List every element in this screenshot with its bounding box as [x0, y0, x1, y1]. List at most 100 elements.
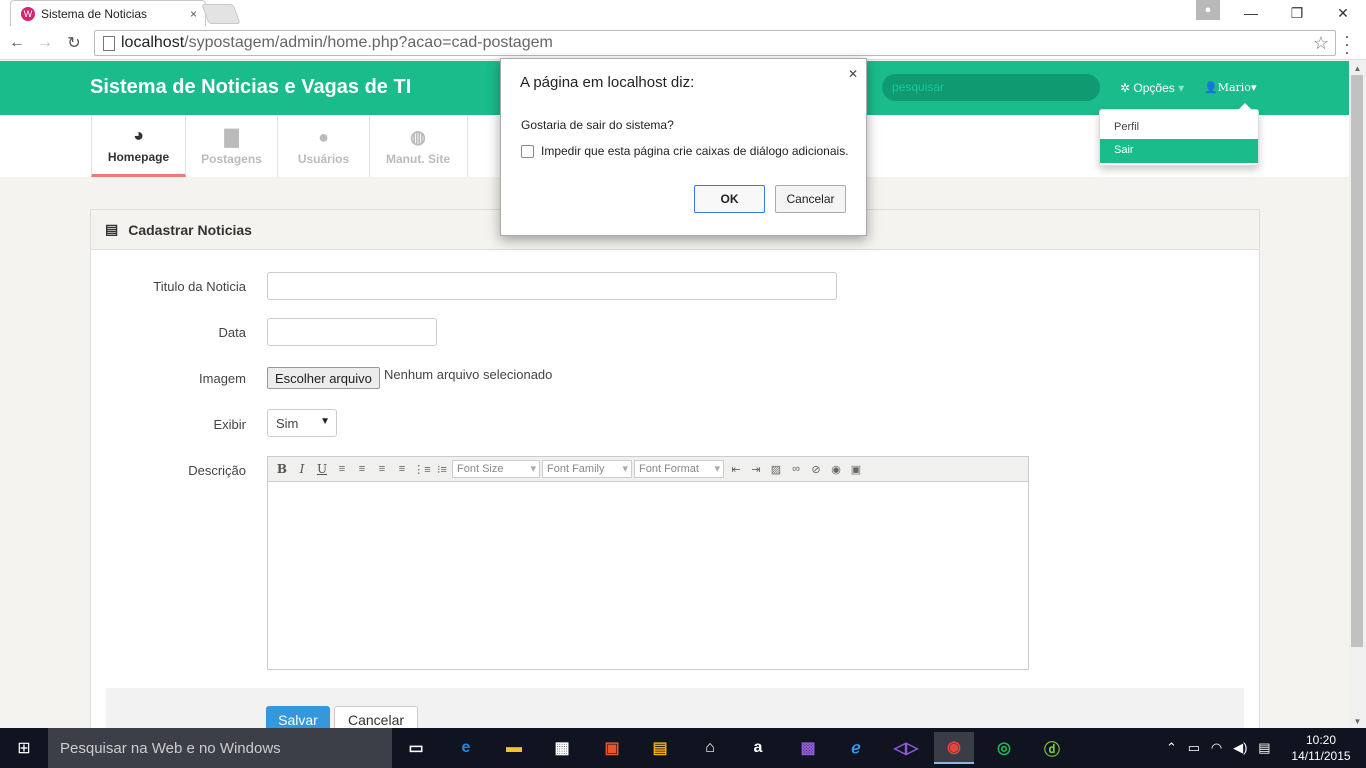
spotify-icon[interactable]: ◎ — [984, 732, 1024, 764]
suppress-dialogs-checkbox[interactable]: Impedir que esta página crie caixas de d… — [521, 144, 849, 158]
menu-item-perfil[interactable]: Perfil — [1100, 116, 1258, 140]
home-icon[interactable]: ⌂ — [690, 732, 730, 764]
reload-icon[interactable]: ↻ — [63, 32, 85, 54]
chrome-icon[interactable]: ◉ — [934, 732, 974, 764]
align-center-icon[interactable]: ≡ — [352, 463, 372, 475]
descricao-label: Descrição — [188, 463, 246, 478]
caret-down-icon: ▾ — [1174, 81, 1185, 95]
user-menu[interactable]: 👤Mario▾ — [1204, 81, 1256, 94]
dreamweaver-icon[interactable]: ⓓ — [1032, 732, 1072, 764]
windows-start-icon[interactable]: ⊞ — [0, 728, 48, 768]
link-icon[interactable]: ∞ — [786, 463, 806, 475]
photos-icon[interactable]: ▣ — [592, 732, 632, 764]
amazon-icon[interactable]: a — [738, 732, 778, 764]
underline-icon[interactable]: U — [312, 462, 332, 476]
search-input[interactable]: pesquisar — [882, 74, 1100, 101]
onenote-icon[interactable]: ▩ — [788, 732, 828, 764]
dialog-cancel-button[interactable]: Cancelar — [775, 185, 846, 213]
system-tray[interactable]: ⌃ ▭ ◠ ◀) ▤ — [1166, 740, 1271, 756]
tab-homepage[interactable]: ◕ Homepage — [91, 115, 186, 177]
battery-icon[interactable]: ▭ — [1188, 740, 1200, 755]
url-path: /sypostagem/admin/home.php?acao=cad-post… — [184, 34, 553, 51]
unlink-icon[interactable]: ⊘ — [806, 463, 826, 476]
checkbox-icon[interactable] — [521, 144, 534, 158]
store-icon[interactable]: ▦ — [542, 732, 582, 764]
file-status: Nenhum arquivo selecionado — [384, 367, 553, 382]
browser-tab[interactable]: W Sistema de Noticias × — [10, 0, 206, 26]
image-icon[interactable]: ▨ — [766, 463, 786, 476]
volume-icon[interactable]: ◀) — [1233, 740, 1247, 755]
opcoes-menu[interactable]: ✲ Opções ▾ — [1120, 81, 1184, 95]
checkbox-label: Impedir que esta página crie caixas de d… — [541, 144, 849, 158]
titulo-input[interactable] — [267, 272, 837, 300]
file-explorer-icon[interactable]: ▬ — [494, 732, 534, 764]
imagem-label: Imagem — [199, 371, 246, 386]
ordered-list-icon[interactable]: ⋮≡ — [412, 463, 432, 476]
wifi-icon[interactable]: ◠ — [1211, 740, 1222, 755]
tab-title: Sistema de Noticias — [41, 6, 148, 21]
profile-icon[interactable]: ● — [1196, 0, 1220, 20]
align-right-icon[interactable]: ≡ — [372, 463, 392, 475]
visual-studio-icon[interactable]: ◁▷ — [886, 732, 926, 764]
edge-icon[interactable]: e — [446, 732, 486, 764]
browser-tabbar: W Sistema de Noticias × ● — ❐ ✕ — [0, 0, 1366, 26]
panel-title: Cadastrar Noticias — [128, 221, 252, 238]
bold-icon[interactable]: B — [272, 462, 292, 476]
font-size-select[interactable]: Font Size — [452, 460, 540, 478]
dialog-ok-button[interactable]: OK — [694, 185, 765, 213]
page-scrollbar[interactable]: ▲ ▼ — [1349, 61, 1366, 728]
back-icon[interactable]: ← — [6, 32, 28, 54]
minimize-icon[interactable]: — — [1228, 0, 1274, 26]
rich-text-editor[interactable]: B I U ≡ ≡ ≡ ≡ ⋮≡ ⁝≡ Font Size Font Famil… — [267, 456, 1029, 670]
outdent-icon[interactable]: ⇤ — [726, 463, 746, 476]
browser-menu-icon[interactable]: · · · — [1344, 27, 1350, 61]
tab-label: Usuários — [297, 151, 350, 166]
align-left-icon[interactable]: ≡ — [332, 463, 352, 475]
choose-file-button[interactable]: Escolher arquivo — [267, 367, 380, 389]
bookmark-star-icon[interactable]: ☆ — [1313, 33, 1329, 54]
exibir-select[interactable]: Sim ▼ — [267, 409, 337, 437]
taskbar-clock[interactable]: 10:20 14/11/2015 — [1290, 732, 1352, 764]
internet-explorer-icon[interactable]: ℯ — [836, 732, 876, 764]
forward-icon[interactable]: → — [34, 32, 56, 54]
scroll-up-icon[interactable]: ▲ — [1349, 61, 1366, 75]
restore-icon[interactable]: ❐ — [1274, 0, 1320, 26]
document-icon: ▤ — [105, 221, 119, 237]
html-icon[interactable]: ▣ — [846, 463, 866, 476]
color-icon[interactable]: ◉ — [826, 463, 846, 476]
data-label: Data — [218, 325, 246, 340]
scroll-down-icon[interactable]: ▼ — [1349, 714, 1366, 728]
tab-postagens[interactable]: ▇ Postagens — [186, 115, 278, 177]
tab-usuarios[interactable]: ● Usuários — [278, 115, 370, 177]
new-tab-button[interactable] — [201, 4, 241, 24]
dashboard-icon: ◕ — [133, 125, 144, 145]
tab-manut-site[interactable]: ◍ Manut. Site — [369, 115, 468, 177]
scrollbar-thumb[interactable] — [1351, 75, 1363, 647]
task-view-icon[interactable]: ▭ — [396, 732, 436, 764]
tab-label: Postagens — [201, 151, 262, 166]
office-icon[interactable]: ▤ — [640, 732, 680, 764]
menu-item-sair[interactable]: Sair — [1100, 139, 1258, 163]
tray-chevron-icon[interactable]: ⌃ — [1166, 740, 1177, 755]
unordered-list-icon[interactable]: ⁝≡ — [432, 463, 452, 476]
tab-close-icon[interactable]: × — [190, 7, 197, 21]
user-icon: ● — [318, 126, 329, 147]
address-bar[interactable]: localhost/sypostagem/admin/home.php?acao… — [94, 30, 1336, 56]
indent-icon[interactable]: ⇥ — [746, 463, 766, 476]
italic-icon[interactable]: I — [292, 462, 312, 476]
window-close-icon[interactable]: ✕ — [1320, 0, 1366, 26]
align-justify-icon[interactable]: ≡ — [392, 463, 412, 475]
cadastrar-panel: ▤ Cadastrar Noticias Titulo da Noticia D… — [90, 209, 1260, 740]
font-format-select[interactable]: Font Format — [634, 460, 724, 478]
data-input[interactable] — [267, 318, 437, 346]
tab-label: Manut. Site — [385, 151, 450, 166]
dialog-close-icon[interactable]: ✕ — [848, 67, 858, 81]
notifications-icon[interactable]: ▤ — [1258, 740, 1270, 755]
font-family-select[interactable]: Font Family — [542, 460, 632, 478]
clock-date: 14/11/2015 — [1291, 749, 1351, 763]
tab-label: Homepage — [107, 150, 170, 164]
user-small-icon: 👤 — [1204, 81, 1218, 94]
favicon-icon: W — [21, 6, 35, 21]
taskbar-search-input[interactable]: Pesquisar na Web e no Windows — [48, 728, 392, 768]
opcoes-label: Opções — [1133, 81, 1175, 95]
